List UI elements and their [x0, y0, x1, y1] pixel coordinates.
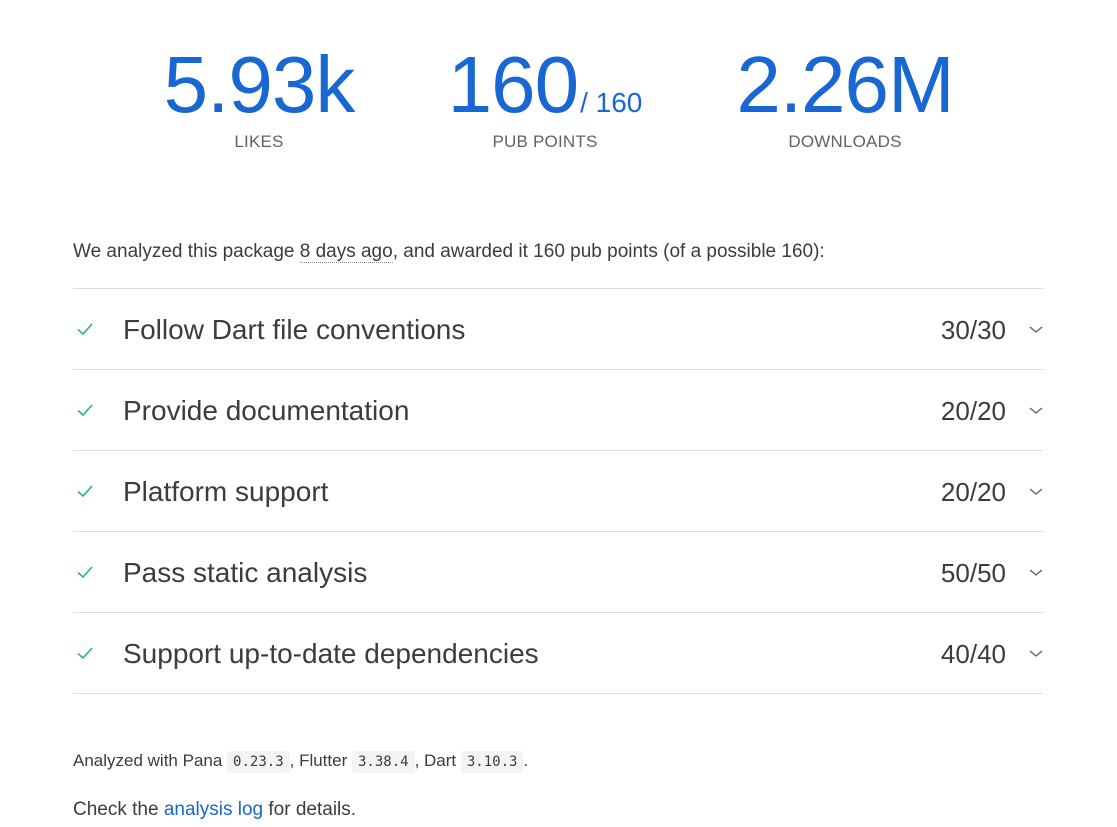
- analysis-log-note: Check the analysis log for details.: [73, 797, 356, 823]
- section-score: 20/20: [940, 396, 1006, 426]
- pub-points-score[interactable]: 160/ 160 PUB POINTS: [445, 40, 645, 152]
- section-score: 50/50: [940, 558, 1006, 588]
- section-score: 30/30: [940, 315, 1006, 345]
- flutter-version: 3.38.4: [351, 751, 415, 773]
- chevron-down-icon[interactable]: [1029, 647, 1043, 661]
- likes-value: 5.93k: [163, 40, 356, 129]
- analyzed-with-end: .: [523, 751, 529, 770]
- check-icon: [77, 566, 93, 579]
- section-title: Platform support: [123, 476, 329, 507]
- check-icon: [77, 485, 93, 498]
- analysis-log-link[interactable]: analysis log: [164, 799, 263, 820]
- flutter-label: , Flutter: [289, 751, 352, 770]
- pana-version: 0.23.3: [227, 751, 290, 773]
- section-title: Provide documentation: [123, 395, 410, 426]
- chevron-down-icon[interactable]: [1029, 323, 1043, 337]
- analysis-time-ago[interactable]: 8 days ago: [299, 241, 393, 263]
- section-title: Support up-to-date dependencies: [123, 638, 539, 669]
- summary-suffix: , and awarded it 160 pub points (of a po…: [392, 241, 825, 262]
- section-title: Pass static analysis: [123, 557, 368, 588]
- section-row[interactable]: Follow Dart file conventions 30/30: [73, 289, 1043, 370]
- check-icon: [77, 323, 93, 336]
- section-row[interactable]: Pass static analysis 50/50: [73, 532, 1043, 613]
- pub-points-max: / 160: [580, 87, 643, 118]
- likes-label: LIKES: [234, 132, 284, 151]
- summary-prefix: We analyzed this package: [73, 241, 300, 262]
- analyzed-with-prefix: Analyzed with Pana: [73, 751, 228, 770]
- downloads-score[interactable]: 2.26M DOWNLOADS: [732, 40, 958, 152]
- analyzed-with-note: Analyzed with Pana 0.23.3, Flutter 3.38.…: [73, 748, 528, 775]
- section-score: 40/40: [940, 639, 1006, 669]
- score-header: 5.93k LIKES 160/ 160 PUB POINTS 2.26M DO…: [0, 40, 1117, 160]
- log-note-prefix: Check the: [73, 799, 164, 820]
- chevron-down-icon[interactable]: [1029, 404, 1043, 418]
- downloads-value: 2.26M: [736, 40, 954, 129]
- section-row[interactable]: Provide documentation 20/20: [73, 370, 1043, 451]
- check-icon: [77, 647, 93, 660]
- section-row[interactable]: Platform support 20/20: [73, 451, 1043, 532]
- section-row[interactable]: Support up-to-date dependencies 40/40: [73, 613, 1043, 694]
- check-icon: [77, 404, 93, 417]
- dart-version: 3.10.3: [460, 751, 524, 773]
- downloads-label: DOWNLOADS: [788, 132, 902, 151]
- chevron-down-icon[interactable]: [1029, 566, 1043, 580]
- log-note-suffix: for details.: [263, 799, 357, 820]
- likes-score[interactable]: 5.93k LIKES: [159, 40, 359, 152]
- section-title: Follow Dart file conventions: [123, 314, 466, 345]
- analysis-summary: We analyzed this package 8 days ago, and…: [73, 240, 1043, 264]
- pub-points-label: PUB POINTS: [492, 132, 598, 151]
- pub-points-value: 160: [447, 40, 579, 129]
- chevron-down-icon[interactable]: [1029, 485, 1043, 499]
- dart-label: , Dart: [414, 751, 461, 770]
- section-score: 20/20: [940, 477, 1006, 507]
- report-sections: Follow Dart file conventions 30/30 Provi…: [73, 288, 1043, 694]
